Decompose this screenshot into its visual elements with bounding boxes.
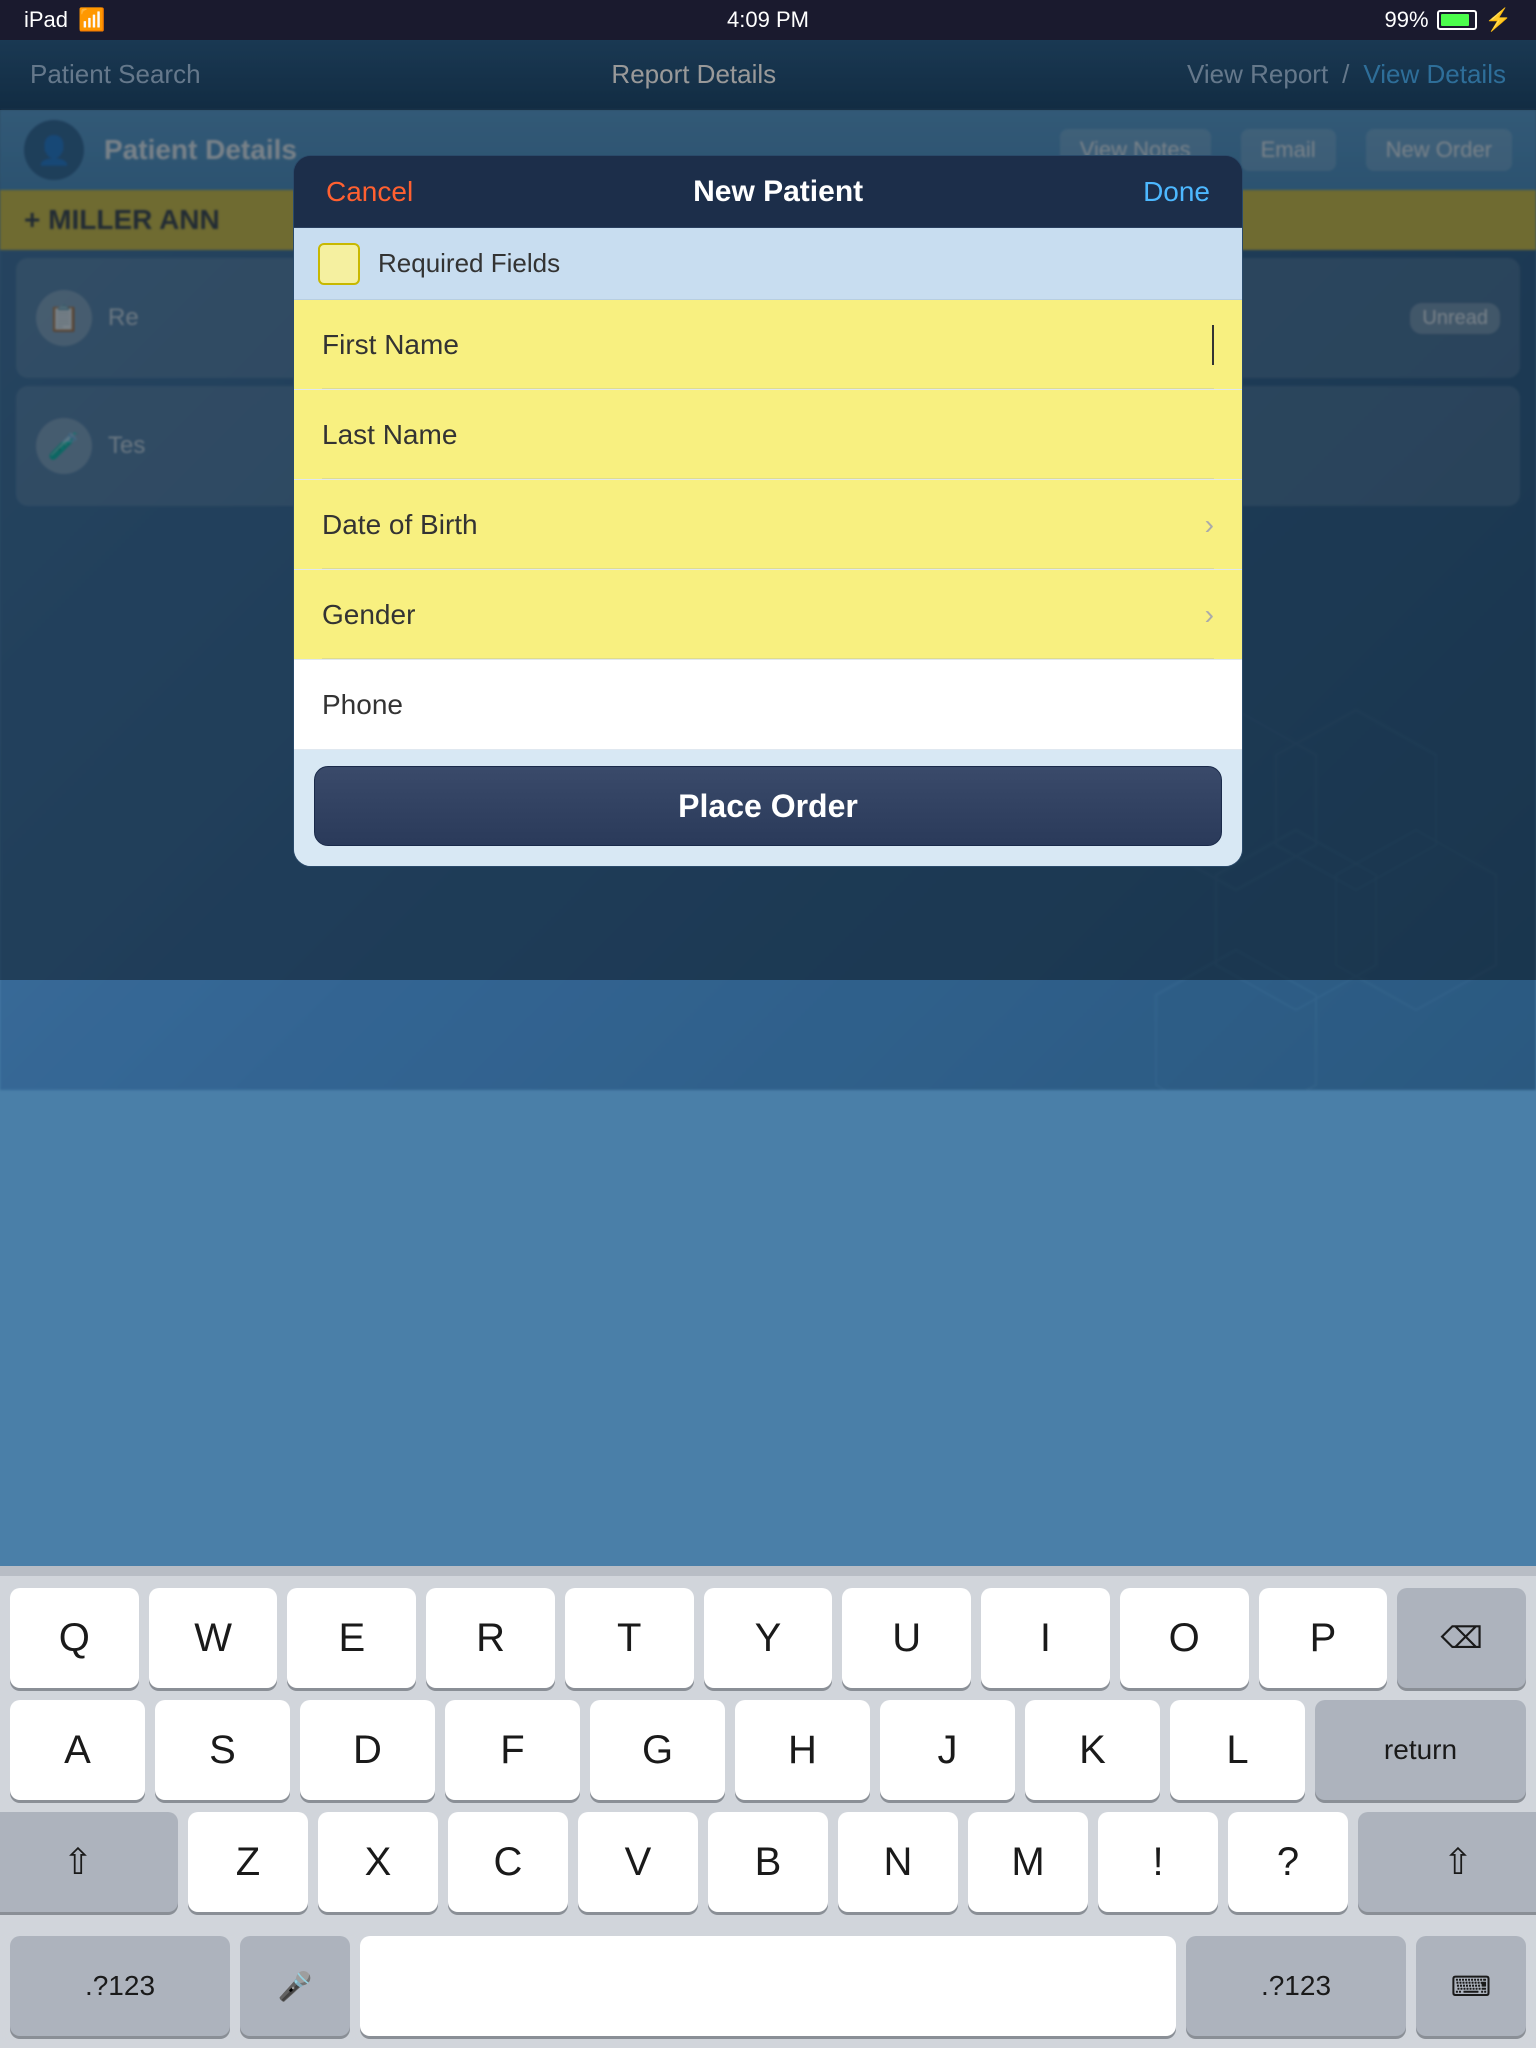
num-key-left[interactable]: .?123 <box>10 1936 230 2036</box>
phone-field[interactable]: Phone <box>294 660 1242 750</box>
key-question[interactable]: ? <box>1228 1812 1348 1912</box>
device-label: iPad <box>24 7 68 33</box>
key-p[interactable]: P <box>1259 1588 1388 1688</box>
done-button[interactable]: Done <box>1143 176 1210 208</box>
first-name-field[interactable]: First Name <box>294 300 1242 390</box>
space-key[interactable] <box>360 1936 1176 2036</box>
key-k[interactable]: K <box>1025 1700 1160 1800</box>
new-patient-modal: Cancel New Patient Done Required Fields … <box>293 155 1243 867</box>
key-l[interactable]: L <box>1170 1700 1305 1800</box>
keyboard: Q W E R T Y U I O P ⌫ A S D F G H J K L … <box>0 1566 1536 2048</box>
chevron-right-icon-gender: › <box>1205 599 1214 631</box>
key-n[interactable]: N <box>838 1812 958 1912</box>
key-w[interactable]: W <box>149 1588 278 1688</box>
keyboard-bottom-row: .?123 🎤 .?123 ⌨ <box>0 1936 1536 2048</box>
modal-header: Cancel New Patient Done <box>294 156 1242 228</box>
keyboard-row-1: Q W E R T Y U I O P ⌫ <box>10 1588 1526 1688</box>
status-left: iPad 📶 <box>24 7 105 33</box>
shift-key-right[interactable]: ⇧ <box>1358 1812 1536 1912</box>
status-time: 4:09 PM <box>727 7 809 33</box>
keyboard-rows: Q W E R T Y U I O P ⌫ A S D F G H J K L … <box>0 1576 1536 1936</box>
last-name-label: Last Name <box>322 419 1214 451</box>
key-s[interactable]: S <box>155 1700 290 1800</box>
keyboard-dismiss-key[interactable]: ⌨ <box>1416 1936 1526 2036</box>
key-e[interactable]: E <box>287 1588 416 1688</box>
key-q[interactable]: Q <box>10 1588 139 1688</box>
num-key-right[interactable]: .?123 <box>1186 1936 1406 2036</box>
key-f[interactable]: F <box>445 1700 580 1800</box>
gender-label: Gender <box>322 599 1205 631</box>
delete-key[interactable]: ⌫ <box>1397 1588 1526 1688</box>
key-t[interactable]: T <box>565 1588 694 1688</box>
key-i[interactable]: I <box>981 1588 1110 1688</box>
keyboard-row-2: A S D F G H J K L return <box>10 1700 1526 1800</box>
key-x[interactable]: X <box>318 1812 438 1912</box>
date-of-birth-field[interactable]: Date of Birth › <box>294 480 1242 570</box>
cancel-button[interactable]: Cancel <box>326 176 413 208</box>
status-bar: iPad 📶 4:09 PM 99% ⚡ <box>0 0 1536 40</box>
modal-body: Required Fields First Name Last Name Dat… <box>294 228 1242 866</box>
required-fields-label: Required Fields <box>378 248 560 279</box>
phone-label: Phone <box>322 689 1214 721</box>
battery-icon <box>1437 10 1477 30</box>
key-u[interactable]: U <box>842 1588 971 1688</box>
key-exclaim[interactable]: ! <box>1098 1812 1218 1912</box>
key-j[interactable]: J <box>880 1700 1015 1800</box>
charging-icon: ⚡ <box>1485 7 1512 33</box>
shift-key[interactable]: ⇧ <box>0 1812 178 1912</box>
key-d[interactable]: D <box>300 1700 435 1800</box>
mic-key[interactable]: 🎤 <box>240 1936 350 2036</box>
key-r[interactable]: R <box>426 1588 555 1688</box>
key-b[interactable]: B <box>708 1812 828 1912</box>
form-fields: First Name Last Name Date of Birth › Gen… <box>294 300 1242 750</box>
required-fields-row: Required Fields <box>294 228 1242 300</box>
status-right: 99% ⚡ <box>1385 7 1512 33</box>
key-h[interactable]: H <box>735 1700 870 1800</box>
key-y[interactable]: Y <box>704 1588 833 1688</box>
return-key[interactable]: return <box>1315 1700 1526 1800</box>
chevron-right-icon: › <box>1205 509 1214 541</box>
place-order-button[interactable]: Place Order <box>314 766 1222 846</box>
key-z[interactable]: Z <box>188 1812 308 1912</box>
text-cursor <box>1212 325 1214 365</box>
key-g[interactable]: G <box>590 1700 725 1800</box>
required-checkbox <box>318 243 360 285</box>
key-a[interactable]: A <box>10 1700 145 1800</box>
place-order-row: Place Order <box>294 750 1242 866</box>
gender-field[interactable]: Gender › <box>294 570 1242 660</box>
battery-percent: 99% <box>1385 7 1429 33</box>
last-name-field[interactable]: Last Name <box>294 390 1242 480</box>
wifi-icon: 📶 <box>78 7 105 33</box>
key-v[interactable]: V <box>578 1812 698 1912</box>
key-o[interactable]: O <box>1120 1588 1249 1688</box>
modal-title: New Patient <box>693 175 863 209</box>
first-name-label: First Name <box>322 329 1204 361</box>
date-of-birth-label: Date of Birth <box>322 509 1205 541</box>
keyboard-top-bar <box>0 1566 1536 1576</box>
keyboard-row-3: ⇧ Z X C V B N M ! ? ⇧ <box>10 1812 1526 1912</box>
key-m[interactable]: M <box>968 1812 1088 1912</box>
key-c[interactable]: C <box>448 1812 568 1912</box>
